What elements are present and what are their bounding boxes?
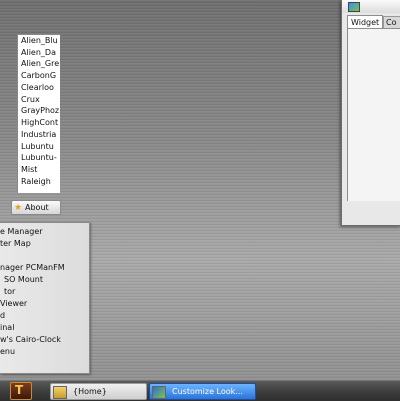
menu-item-iso-mount[interactable]: SO Mount [0,274,89,286]
list-item[interactable]: Mist [21,164,37,175]
menu-item-pcmanfm[interactable]: nager PCManFM [0,262,89,274]
start-button[interactable]: T [10,382,32,400]
tab-widget[interactable]: Widget [347,15,383,28]
list-item[interactable]: CarbonG [21,70,56,81]
widget-panel [347,28,400,201]
menu-item-character-map[interactable]: ter Map [0,238,89,250]
list-item[interactable]: Clearloo [21,82,54,93]
menu-item-separator [0,250,89,262]
theme-list[interactable]: Alien_Blu Alien_Da Alien_Gre CarbonG Cle… [17,34,60,193]
taskbar-button-label: {Home} [73,387,107,396]
star-icon: ★ [14,203,23,213]
list-item[interactable]: GrayPhoz [21,105,59,116]
customize-look-window: Widget Co [341,0,400,226]
list-item[interactable]: Crux [21,94,40,105]
menu-item-viewer[interactable]: Viewer [0,298,89,310]
menu-item-editor[interactable]: tor [0,286,89,298]
taskbar-button-home[interactable]: {Home} [50,383,147,400]
list-item[interactable]: Lubuntu [21,141,54,152]
folder-icon [53,386,67,399]
menu-item-terminal[interactable]: inal [0,322,89,334]
taskbar-button-label: Customize Look... [172,387,243,396]
taskbar-button-customize-look[interactable]: Customize Look... [149,383,256,400]
about-button[interactable]: ★ About [11,200,61,215]
menu-item-cairo-clock[interactable]: w's Cairo-Clock [0,334,89,346]
list-item[interactable]: Alien_Da [21,47,56,58]
appearance-icon [348,2,360,12]
list-item[interactable]: Alien_Gre [21,58,59,69]
menu-item-d[interactable]: d [0,310,89,322]
menu-item-menu[interactable]: enu [0,346,89,358]
list-item[interactable]: Alien_Blu [21,35,58,46]
appearance-icon [152,386,166,399]
list-item[interactable]: Industria [21,129,56,140]
start-menu: e Manager ter Map nager PCManFM SO Mount… [0,222,90,374]
list-item[interactable]: HighCont [21,117,58,128]
start-logo-icon: T [15,383,24,397]
window-titlebar[interactable] [342,0,400,13]
menu-item-file-manager[interactable]: e Manager [0,226,89,238]
list-item[interactable]: Raleigh [21,176,51,187]
about-button-label: About [25,203,49,212]
tab-color[interactable]: Co [383,16,400,28]
list-item[interactable]: Lubuntu- [21,152,57,163]
